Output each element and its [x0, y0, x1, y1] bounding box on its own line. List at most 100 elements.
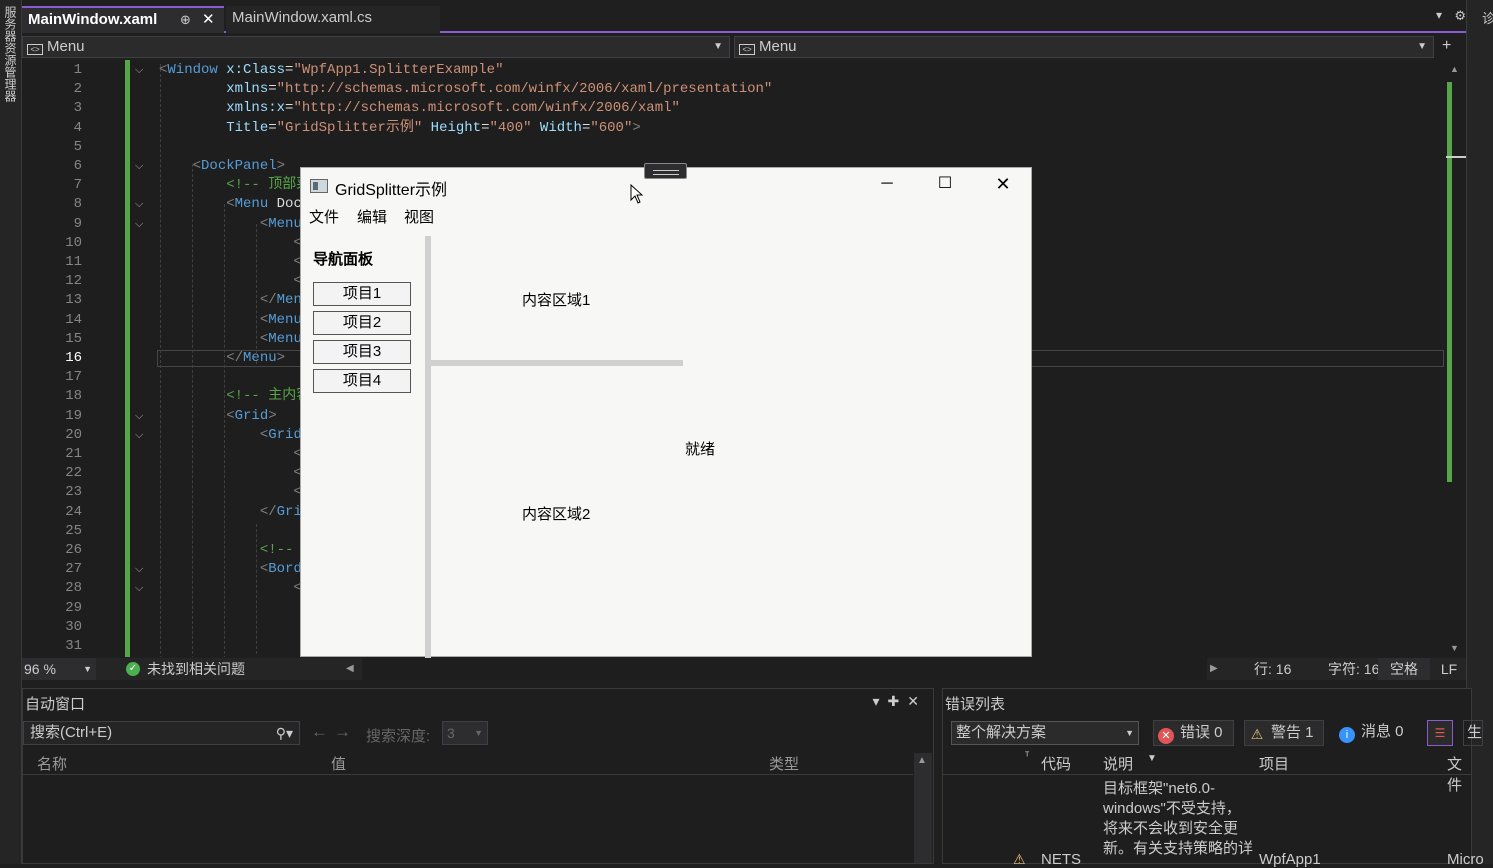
- messages-count: 消息 0: [1361, 723, 1404, 740]
- error-row[interactable]: ⚠ NETS 目标框架"net6.0-windows"不受支持，将来不会收到安全…: [943, 779, 1484, 868]
- fold-chevron-icon[interactable]: ⌵: [135, 157, 143, 176]
- build-filter-dropdown[interactable]: 生成: [1463, 720, 1483, 746]
- code-line[interactable]: <M: [159, 234, 310, 253]
- menu-view[interactable]: 视图: [404, 206, 434, 227]
- element-dropdown-right[interactable]: <> Menu ▼: [734, 36, 1434, 58]
- code-line[interactable]: <Borde: [159, 560, 310, 579]
- minimize-icon[interactable]: ─: [875, 172, 899, 196]
- code-line[interactable]: </Menu>: [159, 349, 285, 368]
- drag-handle[interactable]: [644, 163, 687, 179]
- errors-filter-button[interactable]: ✕ 错误 0: [1153, 720, 1234, 746]
- scroll-down-icon[interactable]: ▼: [1450, 643, 1459, 653]
- horizontal-scrollbar[interactable]: [362, 658, 1207, 680]
- code-line[interactable]: <S: [159, 579, 310, 598]
- column-value[interactable]: 值: [331, 753, 346, 774]
- filter-icon[interactable]: ☰: [1427, 720, 1453, 746]
- code-line[interactable]: xmlns:x="http://schemas.microsoft.com/wi…: [159, 99, 680, 118]
- tab-mainwindow-xaml[interactable]: MainWindow.xaml ⊕ ✕: [22, 6, 224, 33]
- autos-scrollbar[interactable]: ▲: [914, 753, 932, 863]
- server-explorer-strip[interactable]: 服务器资源管理器: [0, 0, 22, 864]
- code-line[interactable]: <Window x:Class="WpfApp1.SplitterExample…: [159, 61, 504, 80]
- fold-chevron-icon[interactable]: ⌵: [135, 61, 143, 80]
- column-project[interactable]: 项目: [1259, 753, 1289, 774]
- code-line[interactable]: </Menu: [159, 291, 310, 310]
- column-name[interactable]: 名称: [37, 753, 67, 774]
- close-tab-icon[interactable]: ✕: [202, 8, 215, 32]
- search-input[interactable]: 搜索(Ctrl+E) ⚲▾: [23, 721, 300, 745]
- scope-dropdown[interactable]: 整个解决方案 ▼: [951, 721, 1139, 745]
- whitespace-indicator[interactable]: 空格: [1378, 658, 1430, 680]
- code-line[interactable]: <Grid>: [159, 407, 276, 426]
- tab-list-dropdown-icon[interactable]: ▾: [1436, 8, 1442, 22]
- fold-chevron-icon[interactable]: ⌵: [135, 426, 143, 445]
- code-line[interactable]: <M: [159, 253, 310, 272]
- split-editor-icon[interactable]: +: [1442, 37, 1451, 55]
- horizontal-grid-splitter[interactable]: [431, 360, 683, 366]
- code-line[interactable]: <DockPanel>: [159, 157, 285, 176]
- nav-item-4-button[interactable]: 项目4: [313, 369, 411, 393]
- indent-guide: [256, 524, 257, 654]
- editor-vertical-scrollbar[interactable]: ▲ ▼: [1446, 60, 1466, 657]
- code-line[interactable]: <C: [159, 464, 310, 483]
- pin-icon[interactable]: ⊕: [180, 8, 191, 32]
- diagnostics-label[interactable]: 诊: [1482, 8, 1493, 27]
- code-line[interactable]: <!-- 左: [159, 541, 316, 560]
- code-line[interactable]: <Menu Dock: [159, 195, 310, 214]
- zoom-dropdown[interactable]: 96 % ▼: [22, 658, 96, 680]
- search-depth-dropdown[interactable]: 3 ▼: [442, 721, 488, 745]
- menu-file[interactable]: 文件: [309, 206, 339, 227]
- code-line[interactable]: <!-- 主内容: [159, 387, 310, 406]
- server-explorer-label[interactable]: 服务器资源管理器: [2, 6, 19, 102]
- nav-item-3-button[interactable]: 项目3: [313, 340, 411, 364]
- line-indicator[interactable]: 行: 16: [1254, 658, 1291, 680]
- fold-chevron-icon[interactable]: ⌵: [135, 579, 143, 598]
- panel-window-controls[interactable]: ▾✚✕: [873, 693, 928, 710]
- code-line[interactable]: <MenuI: [159, 330, 310, 349]
- scrollbar-change-map: [1447, 82, 1452, 482]
- issues-status[interactable]: 未找到相关问题: [147, 658, 245, 680]
- scroll-left-icon[interactable]: ◀: [346, 658, 354, 680]
- code-line[interactable]: xmlns="http://schemas.microsoft.com/winf…: [159, 80, 772, 99]
- nav-item-2-button[interactable]: 项目2: [313, 311, 411, 335]
- sort-icon[interactable]: ᵀ: [1025, 751, 1029, 762]
- fold-chevron-icon[interactable]: ⌵: [135, 407, 143, 426]
- code-line[interactable]: <C: [159, 483, 310, 502]
- warnings-filter-button[interactable]: ⚠ 警告 1: [1244, 720, 1324, 746]
- code-line[interactable]: Title="GridSplitter示例" Height="400" Widt…: [159, 119, 641, 138]
- line-ending-indicator[interactable]: LF: [1432, 658, 1466, 680]
- element-dropdown-left[interactable]: <> Menu ▼: [22, 36, 730, 58]
- code-line[interactable]: <Grid.: [159, 426, 310, 445]
- vertical-grid-splitter[interactable]: [425, 236, 431, 658]
- line-number: 31: [65, 638, 82, 654]
- char-indicator[interactable]: 字符: 16: [1328, 658, 1379, 680]
- chevron-down-icon[interactable]: ▼: [1147, 753, 1157, 764]
- code-line[interactable]: <!-- 顶部菜: [159, 176, 310, 195]
- search-icon[interactable]: ⚲▾: [276, 722, 293, 744]
- info-icon: i: [1339, 727, 1355, 743]
- code-line[interactable]: <MenuI: [159, 215, 310, 234]
- tab-mainwindow-xaml-cs[interactable]: MainWindow.xaml.cs: [226, 6, 440, 33]
- maximize-icon[interactable]: ☐: [933, 172, 957, 196]
- scroll-up-icon[interactable]: ▲: [917, 755, 927, 766]
- code-line[interactable]: <C: [159, 445, 310, 464]
- code-line[interactable]: <M: [159, 272, 310, 291]
- column-code[interactable]: 代码: [1041, 753, 1071, 774]
- scroll-right-icon[interactable]: ▶: [1210, 658, 1218, 680]
- fold-chevron-icon[interactable]: ⌵: [135, 560, 143, 579]
- close-icon[interactable]: ✕: [991, 172, 1015, 196]
- column-type[interactable]: 类型: [769, 753, 799, 774]
- search-nav-arrows[interactable]: ←→: [311, 722, 357, 742]
- messages-filter-button[interactable]: i 消息 0: [1335, 720, 1415, 746]
- scroll-up-icon[interactable]: ▲: [1450, 64, 1459, 74]
- gear-icon[interactable]: ⚙: [1454, 8, 1466, 24]
- menu-edit[interactable]: 编辑: [357, 206, 387, 227]
- column-description[interactable]: 说明: [1103, 753, 1133, 774]
- code-line[interactable]: <MenuI: [159, 311, 310, 330]
- fold-chevron-icon[interactable]: ⌵: [135, 215, 143, 234]
- status-text: 就绪: [685, 441, 716, 458]
- app-window[interactable]: GridSplitter示例 ─ ☐ ✕ 文件 编辑 视图 导航面板 项目1 项…: [300, 167, 1032, 658]
- nav-item-1-button[interactable]: 项目1: [313, 282, 411, 306]
- line-number: 17: [65, 369, 82, 386]
- code-line[interactable]: </Grid: [159, 503, 310, 522]
- fold-chevron-icon[interactable]: ⌵: [135, 195, 143, 214]
